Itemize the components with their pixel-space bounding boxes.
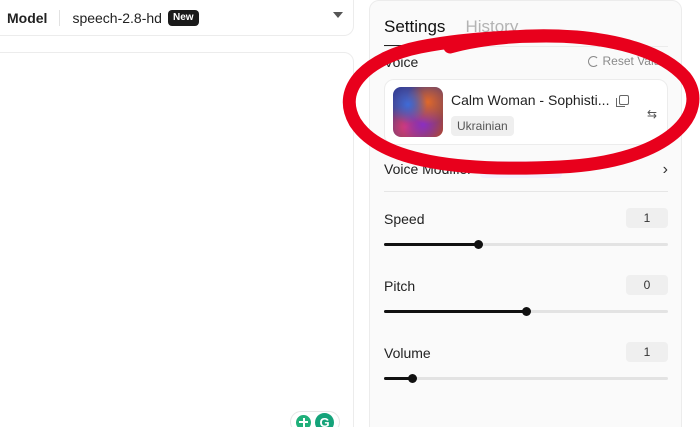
speed-value[interactable]: 1 (626, 208, 668, 228)
speed-slider[interactable] (384, 240, 668, 249)
new-badge: New (167, 9, 199, 26)
text-input-area[interactable] (0, 52, 354, 427)
swap-icon[interactable]: ⇆ (647, 107, 657, 121)
speed-label: Speed (384, 211, 425, 227)
tabs-divider (384, 46, 668, 47)
voice-modifier-row[interactable]: Voice Modifier ☆ Free trial for › (384, 159, 668, 179)
add-icon[interactable] (296, 414, 311, 427)
voice-modifier-label: Voice Modifier (384, 161, 472, 177)
tab-history[interactable]: History (465, 17, 518, 37)
settings-panel: Settings History Voice Reset Value Calm … (369, 0, 682, 427)
chevron-down-icon[interactable] (333, 12, 343, 18)
model-value: speech-2.8-hd (72, 9, 162, 26)
extension-widget[interactable]: G (290, 411, 340, 427)
volume-slider-thumb[interactable] (408, 374, 418, 383)
section-divider (384, 191, 668, 192)
reset-label: Reset Value (602, 54, 667, 68)
reset-value-button[interactable]: Reset Value (587, 54, 667, 68)
language-tag: Ukrainian (451, 116, 514, 136)
volume-value[interactable]: 1 (626, 342, 668, 362)
pitch-value[interactable]: 0 (626, 275, 668, 295)
voice-name: Calm Woman - Sophisti... (451, 92, 610, 108)
tab-settings[interactable]: Settings (384, 17, 445, 37)
model-selector[interactable]: Model speech-2.8-hd New (0, 0, 354, 36)
volume-slider[interactable] (384, 374, 668, 383)
free-trial-badge: ☆ Free trial for (479, 160, 563, 178)
free-trial-text: Free trial for (497, 163, 558, 175)
grammarly-icon[interactable]: G (315, 412, 334, 427)
model-label: Model (7, 9, 48, 26)
voice-section-label: Voice (384, 54, 419, 70)
voice-avatar (393, 87, 443, 137)
voice-card[interactable]: Calm Woman - Sophisti... Ukrainian ⇆ (384, 79, 668, 145)
speed-slider-thumb[interactable] (473, 240, 483, 249)
pitch-slider-thumb[interactable] (522, 307, 531, 316)
pitch-slider[interactable] (384, 307, 668, 316)
panel-tabs: Settings History (384, 17, 518, 37)
speed-slider-fill (384, 243, 478, 246)
star-icon: ☆ (484, 163, 495, 176)
reset-icon (587, 55, 599, 67)
pitch-slider-fill (384, 310, 526, 313)
volume-label: Volume (384, 345, 431, 361)
model-divider (59, 9, 61, 26)
pitch-label: Pitch (384, 278, 416, 294)
copy-icon[interactable] (616, 95, 629, 107)
chevron-right-icon[interactable]: › (663, 161, 668, 179)
